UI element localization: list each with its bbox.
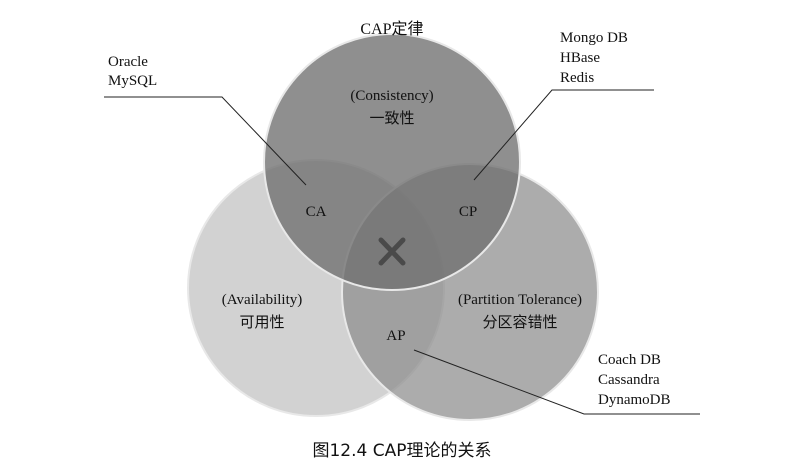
diagram-title: CAP定律 (360, 20, 423, 38)
cap-venn-diagram: CAP定律 (Consistency) 一致性 (Availability) 可… (104, 20, 700, 461)
ca-example: Oracle (108, 54, 148, 70)
partition-label-zh: 分区容错性 (482, 314, 557, 331)
ca-label: CA (306, 204, 327, 220)
cp-example: Mongo DB (560, 30, 628, 46)
cp-label: CP (459, 204, 477, 220)
availability-label-zh: 可用性 (239, 314, 284, 331)
ap-example: DynamoDB (598, 392, 671, 408)
ca-example: MySQL (108, 73, 157, 89)
consistency-label-zh: 一致性 (369, 110, 414, 127)
ap-label: AP (386, 328, 405, 344)
availability-label-en: (Availability) (222, 292, 303, 308)
cp-example: Redis (560, 70, 594, 86)
partition-label-en: (Partition Tolerance) (458, 292, 582, 308)
ap-example: Coach DB (598, 352, 661, 368)
consistency-label-en: (Consistency) (350, 88, 433, 104)
ap-example: Cassandra (598, 372, 660, 388)
cp-example: HBase (560, 50, 600, 66)
figure-caption: 图12.4 CAP理论的关系 (312, 441, 491, 461)
